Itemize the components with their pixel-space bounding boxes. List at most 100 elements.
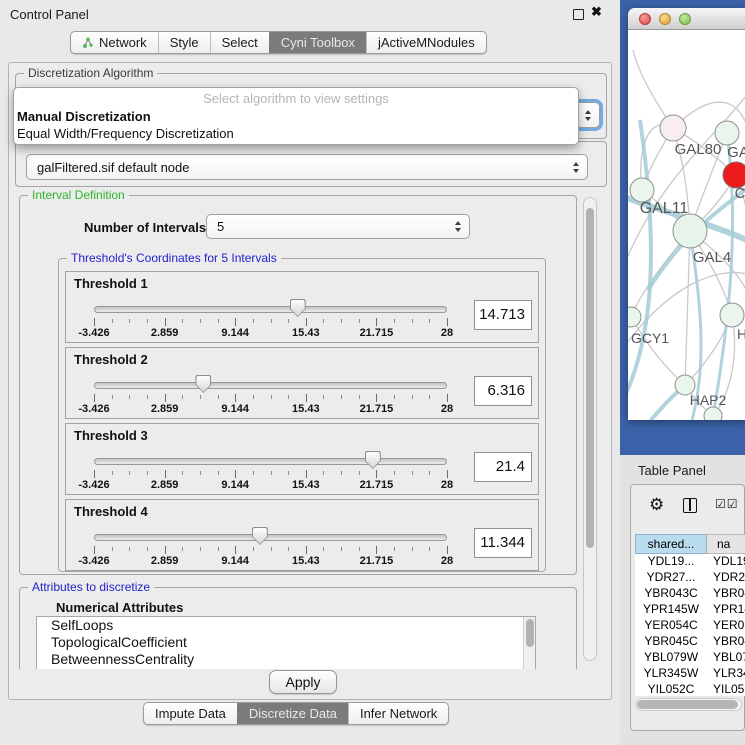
settings-scrollbar[interactable] xyxy=(583,197,597,661)
slider-tick-label: 9.144 xyxy=(210,327,260,339)
tab-jactivemnodules[interactable]: jActiveMNodules xyxy=(366,32,486,53)
threshold-label: Threshold 3 xyxy=(74,428,148,443)
slider-tick xyxy=(218,319,219,323)
cell-name[interactable]: YER054C xyxy=(707,618,745,634)
table-row[interactable]: YER054CYER054C xyxy=(635,618,745,634)
network-canvas[interactable]: GAL80GACGAL11GAL4GCY1HHAP2 xyxy=(628,30,745,420)
network-node-gal11[interactable] xyxy=(630,178,654,202)
cell-name[interactable]: YDL19... xyxy=(707,554,745,570)
combo-stepper-icon[interactable] xyxy=(585,110,599,121)
network-node-label: GAL11 xyxy=(640,200,689,217)
tab-discretize-data[interactable]: Discretize Data xyxy=(237,703,348,724)
slider-tick xyxy=(218,471,219,475)
network-window-titlebar[interactable] xyxy=(628,8,745,30)
numerical-attributes-heading: Numerical Attributes xyxy=(56,600,183,615)
table-row[interactable]: YDL19...YDL19... xyxy=(635,554,745,570)
slider-tick xyxy=(94,546,95,554)
settings-scrollbar-thumb[interactable] xyxy=(586,208,594,548)
cell-name[interactable]: YBR045C xyxy=(707,634,745,650)
cell-shared-name[interactable]: YER054C xyxy=(635,618,707,634)
attributes-scrollbar-thumb[interactable] xyxy=(526,619,534,647)
table-row[interactable]: YLR345WYLR345W xyxy=(635,666,745,682)
cell-name[interactable]: YBL079W xyxy=(707,650,745,666)
table-row[interactable]: YBR045CYBR045C xyxy=(635,634,745,650)
tab-style[interactable]: Style xyxy=(158,32,210,53)
number-of-intervals-combobox[interactable]: 5 xyxy=(206,214,470,239)
threshold-value-field[interactable]: 6.316 xyxy=(474,376,532,406)
threshold-value-field[interactable]: 11.344 xyxy=(474,528,532,558)
algorithm-popup-hint: Select algorithm to view settings xyxy=(14,90,578,108)
network-node-gcy1[interactable] xyxy=(628,307,641,327)
checkbox-icons[interactable]: ☑☑ xyxy=(715,497,739,511)
cell-shared-name[interactable]: YDR27... xyxy=(635,570,707,586)
combo-stepper-icon[interactable] xyxy=(573,162,587,173)
table-horizontal-scrollbar-thumb[interactable] xyxy=(637,700,738,709)
network-node-h[interactable] xyxy=(720,303,744,327)
threshold-panel-2: Threshold 2-3.4262.8599.14415.4321.71528… xyxy=(65,347,539,419)
tab-infer-network[interactable]: Infer Network xyxy=(348,703,448,724)
attributes-scrollbar[interactable] xyxy=(523,617,535,669)
table-row[interactable]: YBL079WYBL079W xyxy=(635,650,745,666)
table-horizontal-scrollbar[interactable] xyxy=(635,698,742,711)
network-node-gal80[interactable] xyxy=(660,115,686,141)
tab-network[interactable]: Network xyxy=(71,32,158,53)
column-header-name[interactable]: na xyxy=(707,534,745,554)
numerical-attributes-list[interactable]: SelfLoopsTopologicalCoefficientBetweenne… xyxy=(36,616,536,669)
attribute-item[interactable]: BetweennessCentrality xyxy=(37,651,535,668)
threshold-value-field[interactable]: 14.713 xyxy=(474,300,532,330)
cell-shared-name[interactable]: YBR045C xyxy=(635,634,707,650)
discretization-algorithm-title: Discretization Algorithm xyxy=(24,66,157,80)
cell-shared-name[interactable]: YBL079W xyxy=(635,650,707,666)
slider-track[interactable] xyxy=(94,534,447,541)
table-row[interactable]: YIL052CYIL052C xyxy=(635,682,745,696)
slider-thumb[interactable] xyxy=(365,451,381,469)
threshold-value-field[interactable]: 21.4 xyxy=(474,452,532,482)
tab-impute-data[interactable]: Impute Data xyxy=(144,703,237,724)
cell-name[interactable]: YIL052C xyxy=(707,682,745,696)
slider-tick-label: 2.859 xyxy=(140,403,190,415)
mac-close-icon[interactable] xyxy=(639,13,651,25)
network-node-ga[interactable] xyxy=(715,121,739,145)
attribute-item[interactable]: TopologicalCoefficient xyxy=(37,634,535,651)
slider-track[interactable] xyxy=(94,306,447,313)
gear-icon[interactable]: ⚙ xyxy=(649,495,664,515)
network-node[interactable] xyxy=(704,407,722,420)
slider-tick xyxy=(341,395,342,399)
slider-tick xyxy=(323,319,324,323)
cell-shared-name[interactable]: YDL19... xyxy=(635,554,707,570)
slider-thumb[interactable] xyxy=(290,299,306,317)
close-icon[interactable]: ✖ xyxy=(591,4,602,20)
cell-name[interactable]: YBR043C xyxy=(707,586,745,602)
cell-name[interactable]: YPR145W xyxy=(707,602,745,618)
algorithm-option-equal-width[interactable]: Equal Width/Frequency Discretization xyxy=(14,125,578,142)
cell-name[interactable]: YLR345W xyxy=(707,666,745,682)
mac-zoom-icon[interactable] xyxy=(679,13,691,25)
slider-thumb[interactable] xyxy=(252,527,268,545)
column-header-shared-name[interactable]: shared... xyxy=(635,534,707,554)
mac-minimize-icon[interactable] xyxy=(659,13,671,25)
float-window-icon[interactable] xyxy=(573,9,584,20)
combo-stepper-icon[interactable] xyxy=(455,221,469,232)
cell-name[interactable]: YDR27... xyxy=(707,570,745,586)
slider-thumb[interactable] xyxy=(195,375,211,393)
table-row[interactable]: YPR145WYPR145W xyxy=(635,602,745,618)
tab-select[interactable]: Select xyxy=(210,32,269,53)
table-row[interactable]: YDR27...YDR27... xyxy=(635,570,745,586)
columns-icon[interactable] xyxy=(683,498,697,513)
table-data-combobox[interactable]: galFiltered.sif default node xyxy=(26,154,588,180)
slider-track[interactable] xyxy=(94,382,447,389)
cell-shared-name[interactable]: YBR043C xyxy=(635,586,707,602)
table-row[interactable]: YBR043CYBR043C xyxy=(635,586,745,602)
cell-shared-name[interactable]: YLR345W xyxy=(635,666,707,682)
apply-button[interactable]: Apply xyxy=(269,670,337,694)
attribute-item[interactable]: SelfLoops xyxy=(37,617,535,634)
cell-shared-name[interactable]: YPR145W xyxy=(635,602,707,618)
cell-shared-name[interactable]: YIL052C xyxy=(635,682,707,696)
tab-cyni-toolbox[interactable]: Cyni Toolbox xyxy=(269,32,366,53)
network-node-gal4[interactable] xyxy=(673,214,707,248)
network-node-label: HAP2 xyxy=(690,392,727,408)
slider-tick xyxy=(165,318,166,326)
slider-track[interactable] xyxy=(94,458,447,465)
slider-tick-label: 28 xyxy=(422,403,472,415)
algorithm-option-manual[interactable]: Manual Discretization xyxy=(14,108,578,125)
